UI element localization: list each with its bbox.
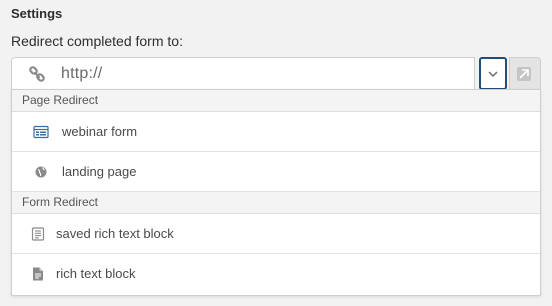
globe-icon (33, 164, 49, 180)
text-block-icon (30, 226, 46, 242)
redirect-url-field[interactable]: http:// (11, 57, 475, 90)
menu-item-label: rich text block (56, 266, 136, 281)
menu-item-label: landing page (62, 164, 137, 179)
group-header-form-redirect: Form Redirect (12, 192, 540, 214)
group-header-page-redirect: Page Redirect (12, 90, 540, 112)
menu-item-webinar-form[interactable]: webinar form (12, 112, 540, 152)
redirect-label: Redirect completed form to: (11, 33, 183, 49)
menu-item-landing-page[interactable]: landing page (12, 152, 540, 192)
menu-item-rich-text-block[interactable]: rich text block (12, 254, 540, 294)
link-icon (28, 66, 46, 84)
url-value[interactable]: http:// (61, 65, 102, 83)
menu-item-label: saved rich text block (56, 226, 174, 241)
open-link-button[interactable] (509, 57, 541, 90)
document-icon (30, 266, 46, 282)
menu-item-saved-rich-text-block[interactable]: saved rich text block (12, 214, 540, 254)
menu-item-label: webinar form (62, 124, 138, 139)
webinar-form-icon (33, 124, 49, 140)
redirect-dropdown-menu: Page Redirect webinar form landing page … (11, 89, 541, 296)
settings-title: Settings (11, 6, 63, 21)
redirect-dropdown-button[interactable] (479, 57, 507, 90)
